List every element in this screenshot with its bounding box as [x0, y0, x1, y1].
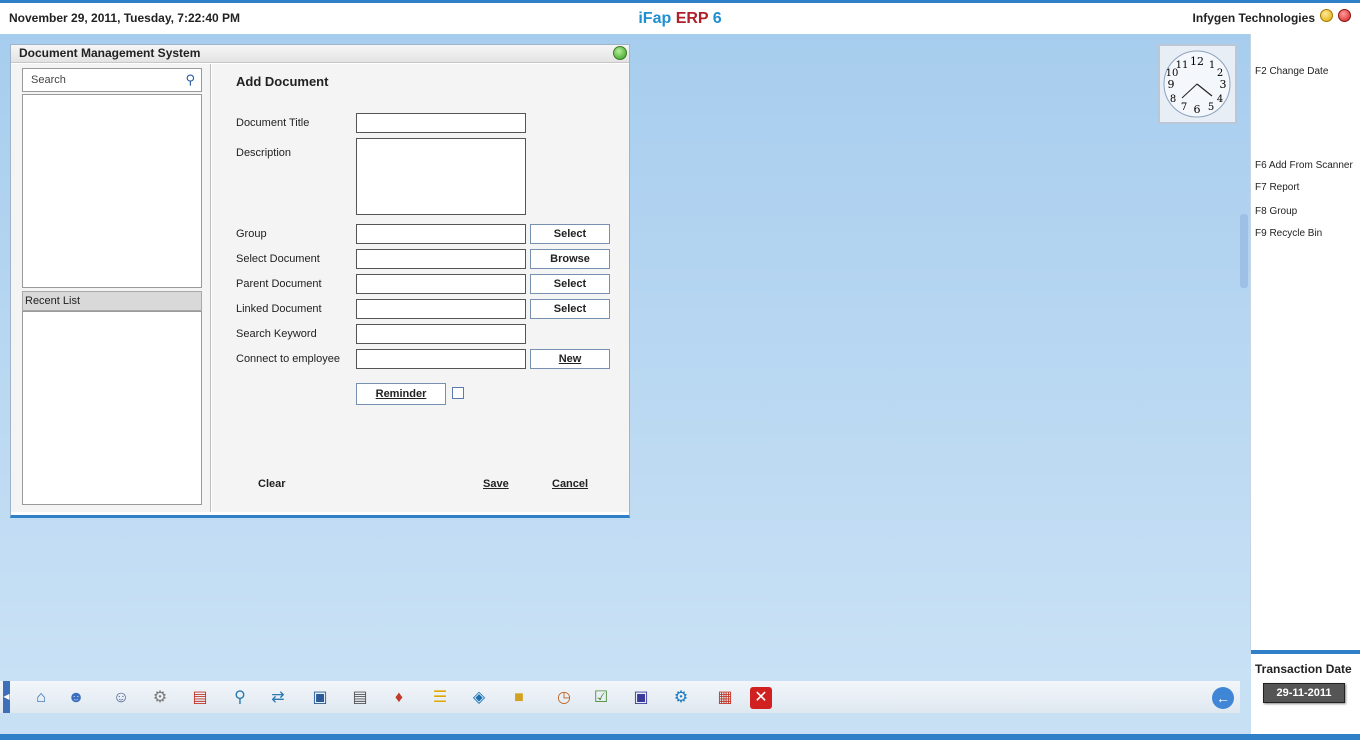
- transaction-date-label: Transaction Date: [1255, 662, 1352, 676]
- company-name: Infygen Technologies: [1192, 11, 1315, 25]
- shortcut-f8-group[interactable]: F8 Group: [1255, 206, 1360, 217]
- document-tree-list[interactable]: [22, 94, 202, 288]
- exit-icon[interactable]: ✕: [750, 687, 772, 709]
- home-icon[interactable]: ⌂: [30, 687, 52, 709]
- side-panel-handle[interactable]: [1240, 214, 1248, 288]
- back-arrow-icon[interactable]: ←: [1212, 687, 1234, 709]
- timer-icon[interactable]: ◷: [553, 687, 575, 709]
- group-label: Group: [236, 228, 267, 240]
- brand-version: 6: [712, 10, 722, 27]
- clock-widget: 12 3 6 9 1 2 4 5 7 8 10 11: [1158, 44, 1237, 124]
- svg-text:8: 8: [1170, 94, 1176, 105]
- search-keyword-label: Search Keyword: [236, 328, 317, 340]
- linked-select-button[interactable]: Select: [530, 299, 610, 319]
- brand-ifap: iFap: [638, 10, 672, 27]
- document-title-label: Document Title: [236, 117, 310, 129]
- svg-text:11: 11: [1176, 60, 1189, 71]
- shortcut-f9-recycle-bin[interactable]: F9 Recycle Bin: [1255, 228, 1360, 239]
- shortcut-f7-report[interactable]: F7 Report: [1255, 182, 1360, 193]
- books-icon[interactable]: ▤: [189, 687, 211, 709]
- description-label: Description: [236, 147, 292, 159]
- cancel-button[interactable]: Cancel: [552, 478, 588, 490]
- document-title-input[interactable]: [356, 113, 526, 133]
- clock-icon: 12 3 6 9 1 2 4 5 7 8 10 11: [1163, 50, 1231, 118]
- select-document-label: Select Document: [236, 253, 320, 265]
- reminder-button[interactable]: Reminder: [356, 383, 446, 405]
- parent-document-label: Parent Document: [236, 278, 322, 290]
- window-title: Document Management System: [11, 45, 629, 63]
- search-icon[interactable]: ⚲: [185, 72, 195, 88]
- svg-text:1: 1: [1209, 60, 1215, 71]
- svg-text:5: 5: [1208, 102, 1214, 113]
- connect-employee-label: Connect to employee: [236, 353, 340, 365]
- shortcut-f6-add-from-scanner[interactable]: F6 Add From Scanner: [1255, 160, 1360, 171]
- linked-document-input[interactable]: [356, 299, 526, 319]
- shortcut-f2-change-date[interactable]: F2 Change Date: [1255, 66, 1360, 77]
- select-document-input[interactable]: [356, 249, 526, 269]
- bottom-status-bar: [0, 734, 1360, 740]
- browse-button[interactable]: Browse: [530, 249, 610, 269]
- folder-tree-icon[interactable]: ☰: [429, 687, 451, 709]
- svg-text:12: 12: [1190, 55, 1204, 68]
- svg-text:3: 3: [1220, 78, 1227, 91]
- linked-document-label: Linked Document: [236, 303, 322, 315]
- save-disk-icon[interactable]: ▣: [630, 687, 652, 709]
- user-icon[interactable]: ☻: [65, 687, 87, 709]
- description-textarea[interactable]: [356, 138, 526, 215]
- window-icon[interactable]: ▣: [309, 687, 331, 709]
- search-placeholder: Search: [31, 74, 66, 86]
- left-panel: Search ⚲ Recent List: [11, 64, 211, 512]
- svg-text:4: 4: [1217, 94, 1223, 105]
- top-bar: November 29, 2011, Tuesday, 7:22:40 PM i…: [0, 0, 1360, 34]
- shortcut-panel: F2 Change Date F6 Add From Scanner F7 Re…: [1250, 34, 1360, 652]
- network-icon[interactable]: ◈: [468, 687, 490, 709]
- taskbar-left-handle[interactable]: ◀: [3, 681, 10, 713]
- employees-icon[interactable]: ☺: [110, 687, 132, 709]
- settings-gear-icon[interactable]: ⚙: [149, 687, 171, 709]
- save-button[interactable]: Save: [483, 478, 509, 490]
- window-status-icon[interactable]: [613, 46, 627, 60]
- app-brand: iFap ERP 6: [0, 10, 1360, 28]
- add-document-form: Add Document Document Title Description …: [212, 64, 629, 512]
- svg-text:6: 6: [1194, 103, 1201, 116]
- group-select-button[interactable]: Select: [530, 224, 610, 244]
- search-input[interactable]: Search ⚲: [22, 68, 202, 92]
- close-app-icon[interactable]: [1338, 9, 1351, 22]
- search-keyword-input[interactable]: [356, 324, 526, 344]
- reminder-checkbox[interactable]: [452, 387, 464, 399]
- transaction-date-panel: Transaction Date 29-11-2011: [1251, 654, 1360, 740]
- svg-text:2: 2: [1217, 68, 1223, 79]
- shopping-cart-icon[interactable]: ⚲: [229, 687, 251, 709]
- recent-list[interactable]: [22, 311, 202, 505]
- gear-blue-icon[interactable]: ⚙: [670, 687, 692, 709]
- clear-button[interactable]: Clear: [258, 478, 286, 490]
- taskbar: ◀ ⌂ ☻ ☺ ⚙ ▤ ⚲ ⇄ ▣ ▤ ♦ ☰ ◈ ■ ◷ ☑ ▣ ⚙ ▦ ✕: [0, 681, 1240, 713]
- brand-erp: ERP: [675, 10, 709, 27]
- group-input[interactable]: [356, 224, 526, 244]
- package-icon[interactable]: ■: [508, 687, 530, 709]
- sync-icon[interactable]: ⇄: [267, 687, 289, 709]
- parent-select-button[interactable]: Select: [530, 274, 610, 294]
- parent-document-input[interactable]: [356, 274, 526, 294]
- checklist-icon[interactable]: ☑: [590, 687, 612, 709]
- document-management-window: Document Management System Search ⚲ Rece…: [10, 44, 630, 518]
- form-title: Add Document: [236, 74, 329, 89]
- new-employee-button[interactable]: New: [530, 349, 610, 369]
- truck-icon[interactable]: ♦: [388, 687, 410, 709]
- document-icon[interactable]: ▤: [349, 687, 371, 709]
- calendar-icon[interactable]: ▦: [714, 687, 736, 709]
- connect-employee-input[interactable]: [356, 349, 526, 369]
- transaction-date-value[interactable]: 29-11-2011: [1263, 683, 1345, 703]
- svg-text:7: 7: [1181, 102, 1187, 113]
- svg-text:9: 9: [1168, 78, 1175, 91]
- recent-list-header: Recent List: [22, 291, 202, 311]
- minimize-icon[interactable]: [1320, 9, 1333, 22]
